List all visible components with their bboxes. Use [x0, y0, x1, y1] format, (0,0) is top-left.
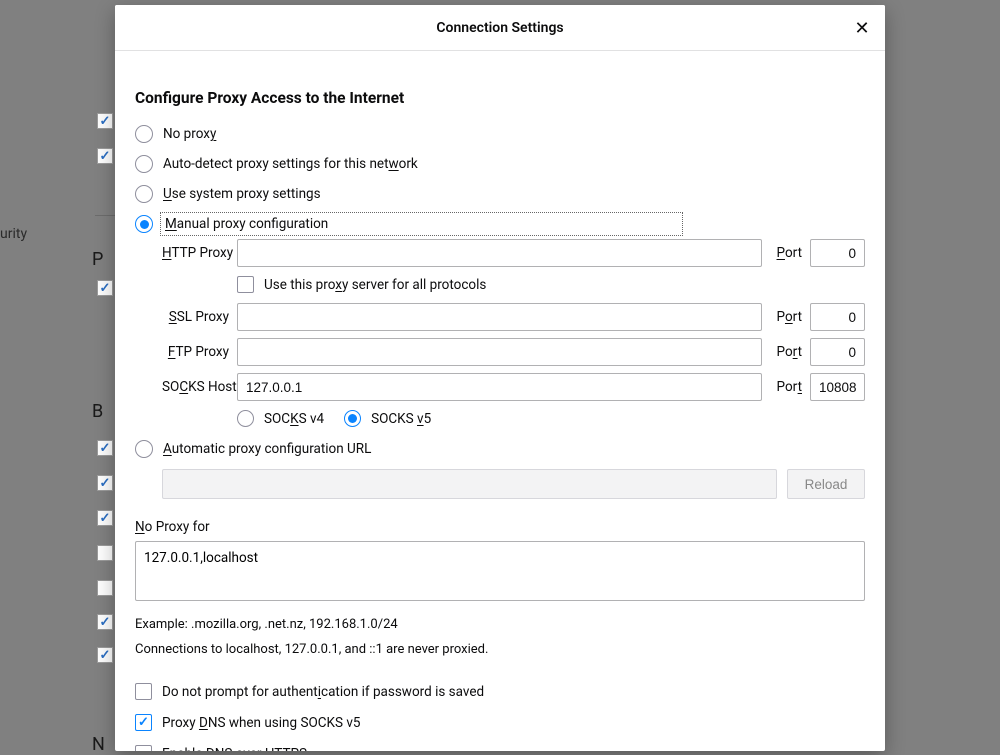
no-proxy-for-label: No Proxy for: [135, 519, 865, 535]
radio-label: Manual proxy configuration: [163, 215, 680, 233]
no-proxy-hint: Example: .mozilla.org, .net.nz, 192.168.…: [135, 613, 865, 662]
ssl-proxy-label: SSL Proxy: [162, 309, 231, 325]
bg-checkbox[interactable]: [97, 280, 113, 296]
bg-checkbox[interactable]: [97, 113, 113, 129]
checkbox-input[interactable]: [135, 683, 152, 700]
checkbox-label: Do not prompt for authentication if pass…: [162, 684, 484, 700]
ftp-port-label: Port: [768, 344, 804, 360]
ssl-proxy-input[interactable]: [237, 303, 762, 331]
socks-v5-label: SOCKS v5: [371, 411, 431, 427]
checkbox-input[interactable]: [135, 745, 152, 751]
auto-config-row: Reload: [162, 469, 865, 499]
check-proxy-dns-socks5[interactable]: Proxy DNS when using SOCKS v5: [135, 707, 865, 738]
bg-checkbox[interactable]: [97, 510, 113, 526]
check-no-auth-prompt[interactable]: Do not prompt for authentication if pass…: [135, 676, 865, 707]
example-hint: Example: .mozilla.org, .net.nz, 192.168.…: [135, 613, 865, 638]
always-hint: Connections to localhost, 127.0.0.1, and…: [135, 638, 865, 663]
radio-label: Automatic proxy configuration URL: [163, 441, 371, 457]
bg-heading-p: P: [92, 249, 103, 270]
ssl-port-input[interactable]: [810, 303, 865, 331]
use-for-all-label: Use this proxy server for all protocols: [264, 277, 486, 293]
ftp-proxy-input[interactable]: [237, 338, 762, 366]
bg-checkbox[interactable]: [97, 647, 113, 663]
bg-checkbox[interactable]: [97, 545, 113, 561]
http-port-input[interactable]: [810, 239, 865, 267]
use-for-all-row[interactable]: Use this proxy server for all protocols: [237, 274, 865, 296]
radio-automatic-url[interactable]: Automatic proxy configuration URL: [135, 434, 865, 464]
socks-v4-label: SOCKS v4: [264, 411, 324, 427]
bottom-checkboxes: Do not prompt for authentication if pass…: [135, 676, 865, 751]
radio-label: Auto-detect proxy settings for this netw…: [163, 156, 418, 172]
bg-checkbox[interactable]: [97, 614, 113, 630]
close-button[interactable]: ✕: [847, 13, 877, 43]
checkbox-label: Enable DNS over HTTPS: [162, 746, 307, 751]
use-for-all-checkbox[interactable]: [237, 276, 254, 293]
radio-input[interactable]: [135, 440, 153, 458]
bg-checkbox[interactable]: [97, 475, 113, 491]
socks-port-label: Port: [768, 379, 804, 395]
auto-config-url-input[interactable]: [162, 469, 777, 499]
socks-host-input[interactable]: [237, 373, 762, 401]
bg-checkbox[interactable]: [97, 580, 113, 596]
radio-auto-detect[interactable]: Auto-detect proxy settings for this netw…: [135, 149, 865, 179]
http-port-label: Port: [768, 245, 804, 261]
checkbox-label: Proxy DNS when using SOCKS v5: [162, 715, 361, 731]
close-icon: ✕: [854, 18, 869, 39]
dialog-header: Connection Settings ✕: [115, 5, 885, 51]
section-heading: Configure Proxy Access to the Internet: [135, 89, 865, 107]
radio-no-proxy[interactable]: No proxy: [135, 119, 865, 149]
manual-proxy-grid: HTTP Proxy Port Use this proxy server fo…: [162, 239, 865, 430]
no-proxy-for-textarea[interactable]: 127.0.0.1,localhost: [135, 541, 865, 601]
http-proxy-input[interactable]: [237, 239, 762, 267]
radio-socks-v4[interactable]: [237, 410, 254, 427]
radio-label: No proxy: [163, 126, 216, 142]
bg-checkbox[interactable]: [97, 440, 113, 456]
bg-heading-b: B: [92, 401, 103, 422]
socks-version-row: SOCKS v4 SOCKS v5: [237, 408, 865, 430]
bg-checkbox[interactable]: [97, 148, 113, 164]
radio-label: Use system proxy settings: [163, 186, 321, 202]
check-enable-doh[interactable]: Enable DNS over HTTPS: [135, 738, 865, 751]
connection-settings-dialog: Connection Settings ✕ Configure Proxy Ac…: [115, 5, 885, 751]
bg-heading-n: N: [92, 734, 105, 755]
dialog-title: Connection Settings: [436, 20, 563, 36]
radio-input[interactable]: [135, 125, 153, 143]
checkbox-input[interactable]: [135, 714, 152, 731]
http-proxy-label: HTTP Proxy: [162, 245, 231, 261]
socks-host-label: SOCKS Host: [162, 379, 231, 395]
radio-input[interactable]: [135, 185, 153, 203]
radio-manual[interactable]: Manual proxy configuration: [135, 209, 865, 239]
ssl-port-label: Port: [768, 309, 804, 325]
dialog-body: Configure Proxy Access to the Internet N…: [115, 51, 885, 751]
radio-socks-v5[interactable]: [344, 410, 361, 427]
ftp-port-input[interactable]: [810, 338, 865, 366]
reload-button[interactable]: Reload: [787, 469, 865, 499]
socks-port-input[interactable]: [810, 373, 865, 401]
sidebar-item-security[interactable]: urity: [0, 224, 27, 244]
radio-input[interactable]: [135, 155, 153, 173]
radio-input[interactable]: [135, 215, 153, 233]
radio-use-system[interactable]: Use system proxy settings: [135, 179, 865, 209]
ftp-proxy-label: FTP Proxy: [162, 344, 231, 360]
